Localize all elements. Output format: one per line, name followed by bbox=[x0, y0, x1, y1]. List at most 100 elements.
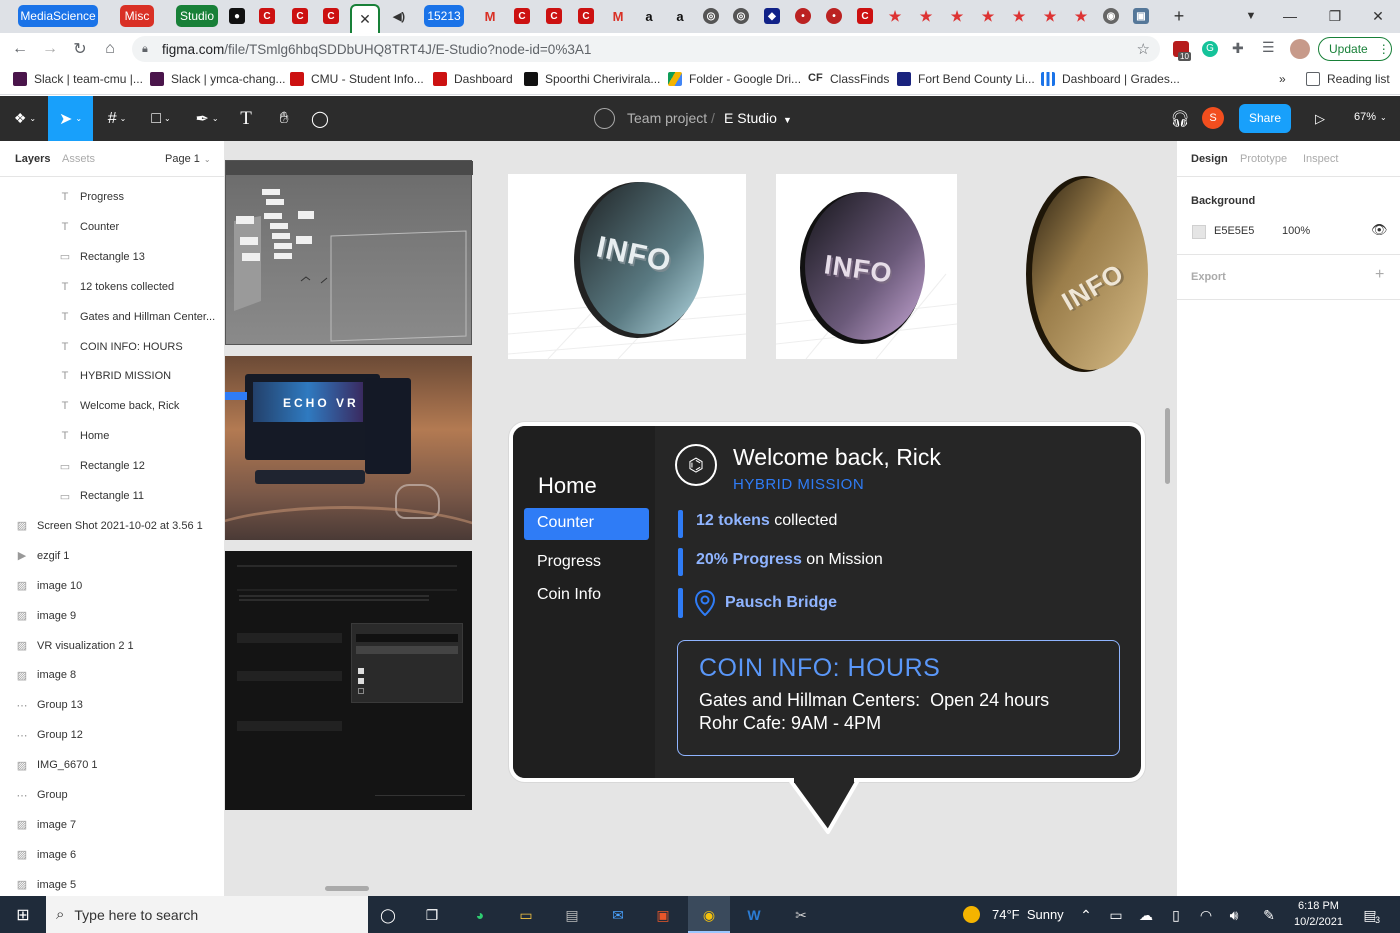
coin-render-gold[interactable]: INFO bbox=[1020, 174, 1155, 374]
layer-row[interactable]: ▭ Rectangle 13 bbox=[0, 242, 224, 272]
image-tab-icon[interactable]: ▣ bbox=[1133, 8, 1149, 24]
mail-icon[interactable]: ✉ bbox=[606, 903, 630, 927]
bookmark-item[interactable]: Fort Bend County Li... bbox=[897, 71, 1035, 87]
zoom-level[interactable]: 67% ⌄ bbox=[1354, 111, 1387, 123]
nav-counter[interactable]: Counter bbox=[537, 514, 594, 532]
shield-tab-icon[interactable]: ◆ bbox=[764, 8, 780, 24]
windows-start-icon[interactable]: ⊞ bbox=[11, 903, 35, 927]
file-explorer-icon[interactable]: ▭ bbox=[514, 903, 538, 927]
layer-row[interactable]: ▨ image 9 bbox=[0, 601, 224, 631]
taskbar-search-box[interactable]: ⌕ Type here to search bbox=[46, 896, 368, 933]
layer-row[interactable]: ▭ Rectangle 11 bbox=[0, 481, 224, 511]
background-swatch[interactable] bbox=[1192, 225, 1206, 239]
close-icon[interactable]: ✕ bbox=[359, 11, 371, 28]
figma-menu-icon[interactable]: ❖ ⌄ bbox=[8, 96, 42, 141]
page-selector[interactable]: Page 1 ⌄ bbox=[165, 153, 211, 165]
puzzle-icon[interactable]: ✚ bbox=[1232, 40, 1244, 57]
chevron-up-icon[interactable]: ⌃ bbox=[1074, 903, 1098, 927]
globe-tab-icon[interactable]: ◎ bbox=[733, 8, 749, 24]
wifi-icon[interactable]: ◠ bbox=[1194, 903, 1218, 927]
layer-row[interactable]: ▨ image 6 bbox=[0, 840, 224, 870]
minimize-icon[interactable]: — bbox=[1280, 6, 1300, 26]
snipping-tool-icon[interactable]: ✂ bbox=[789, 903, 813, 927]
horizontal-scrollbar[interactable] bbox=[325, 886, 369, 891]
eye-icon[interactable]: 👁︎ bbox=[1371, 222, 1388, 238]
bookmark-item[interactable]: Spoorthi Cherivirala... bbox=[524, 71, 660, 87]
coin-render-silver[interactable]: INFO bbox=[508, 174, 746, 359]
tab-design[interactable]: Design bbox=[1191, 153, 1228, 165]
layer-row[interactable]: ⋯ Group 13 bbox=[0, 690, 224, 720]
bookmark-item[interactable]: Slack | team-cmu |... bbox=[13, 71, 143, 87]
star-tab-icon[interactable]: ★ bbox=[1011, 8, 1027, 24]
gmail-tab-icon[interactable]: M bbox=[482, 8, 498, 24]
user-avatar[interactable]: S bbox=[1202, 107, 1224, 129]
layer-row[interactable]: T HYBRID MISSION bbox=[0, 361, 224, 391]
layer-row[interactable]: T Gates and Hillman Center... bbox=[0, 302, 224, 332]
office-icon[interactable]: ▣ bbox=[651, 903, 675, 927]
canvas-tab-icon[interactable]: C bbox=[546, 8, 562, 24]
forward-icon[interactable]: → bbox=[40, 39, 60, 59]
tab-assets[interactable]: Assets bbox=[62, 153, 95, 165]
layer-row[interactable]: T Progress bbox=[0, 182, 224, 212]
star-tab-icon[interactable]: ★ bbox=[949, 8, 965, 24]
tab-prototype[interactable]: Prototype bbox=[1240, 153, 1287, 165]
bookmark-item[interactable]: CF ClassFinds bbox=[808, 71, 889, 87]
chrome-icon[interactable]: ◉ bbox=[697, 903, 721, 927]
profile-avatar[interactable] bbox=[1290, 39, 1310, 59]
edge-icon[interactable]: ◕ bbox=[468, 903, 492, 927]
text-tool-icon[interactable]: T bbox=[234, 96, 258, 141]
active-tab[interactable]: ✕ bbox=[350, 4, 380, 33]
tab-group-misc[interactable]: Misc bbox=[120, 5, 154, 27]
app-tab-icon[interactable]: • bbox=[826, 8, 842, 24]
layer-row[interactable]: T 12 tokens collected bbox=[0, 272, 224, 302]
comment-tool-icon[interactable]: ◯ bbox=[308, 96, 332, 141]
bookmark-overflow[interactable]: » bbox=[1279, 71, 1286, 87]
tab-layers[interactable]: Layers bbox=[15, 153, 50, 165]
tab-group-15213[interactable]: 15213 bbox=[424, 5, 464, 27]
volume-icon[interactable]: 🔊︎ bbox=[1222, 903, 1246, 927]
layer-row[interactable]: ▶ ezgif 1 bbox=[0, 541, 224, 571]
canvas-tab-icon[interactable]: C bbox=[259, 8, 275, 24]
share-button[interactable]: Share bbox=[1239, 104, 1291, 133]
task-view-icon[interactable]: ❐ bbox=[420, 903, 444, 927]
tab-group-studio[interactable]: Studio bbox=[176, 5, 218, 27]
back-icon[interactable]: ← bbox=[10, 39, 30, 59]
layer-row[interactable]: ▨ image 10 bbox=[0, 571, 224, 601]
echo-vr-screenshot[interactable]: ECHO VR bbox=[225, 356, 472, 540]
onedrive-icon[interactable]: ☁ bbox=[1134, 903, 1158, 927]
restore-icon[interactable]: ❐ bbox=[1325, 6, 1345, 26]
layer-row[interactable]: ▭ Rectangle 12 bbox=[0, 451, 224, 481]
reading-mode-icon[interactable]: ☰ bbox=[1262, 39, 1275, 56]
gmail-tab-icon[interactable]: M bbox=[610, 8, 626, 24]
canvas-tab-icon[interactable]: C bbox=[578, 8, 594, 24]
globe-tab-icon[interactable]: ◎ bbox=[703, 8, 719, 24]
star-tab-icon[interactable]: ★ bbox=[980, 8, 996, 24]
welcome-card-frame[interactable]: Home Counter Progress Coin Info ⌬ Welcom… bbox=[509, 422, 1145, 782]
team-name[interactable]: Team project bbox=[627, 110, 707, 126]
nav-progress[interactable]: Progress bbox=[537, 553, 601, 571]
bookmark-item[interactable]: Slack | ymca-chang... bbox=[150, 71, 286, 87]
star-tab-icon[interactable]: ★ bbox=[887, 8, 903, 24]
pen-tool-icon[interactable]: ✒ ⌄ bbox=[190, 96, 224, 141]
layer-row[interactable]: ▨ image 8 bbox=[0, 660, 224, 690]
headphones-icon[interactable]: 🎧︎ bbox=[1168, 96, 1192, 141]
background-opacity-input[interactable]: 100% bbox=[1282, 225, 1310, 237]
coin-render-purple[interactable]: INFO bbox=[776, 174, 957, 359]
vertical-scrollbar[interactable] bbox=[1165, 408, 1170, 484]
canvas-tab-icon[interactable]: C bbox=[857, 8, 873, 24]
canvas-tab-icon[interactable]: C bbox=[323, 8, 339, 24]
vr-room-screenshot[interactable] bbox=[225, 160, 473, 345]
bookmark-item[interactable]: Folder - Google Dri... bbox=[668, 71, 801, 87]
layer-row[interactable]: ▨ IMG_6670 1 bbox=[0, 750, 224, 780]
hand-tool-icon[interactable]: ✋︎ bbox=[272, 96, 296, 141]
layer-row[interactable]: ▨ image 7 bbox=[0, 810, 224, 840]
layer-row[interactable]: T Home bbox=[0, 421, 224, 451]
layer-row[interactable]: ▨ VR visualization 2 1 bbox=[0, 631, 224, 661]
canvas[interactable]: ECHO VR INFO INFO INFO Home Counter Prog… bbox=[225, 141, 1176, 896]
nav-home[interactable]: Home bbox=[538, 473, 597, 499]
store-icon[interactable]: ▤ bbox=[560, 903, 584, 927]
file-name[interactable]: E Studio ▼ bbox=[724, 110, 792, 126]
layer-row[interactable]: T Counter bbox=[0, 212, 224, 242]
word-icon[interactable]: W bbox=[742, 903, 766, 927]
reading-list[interactable]: Reading list bbox=[1306, 71, 1390, 87]
